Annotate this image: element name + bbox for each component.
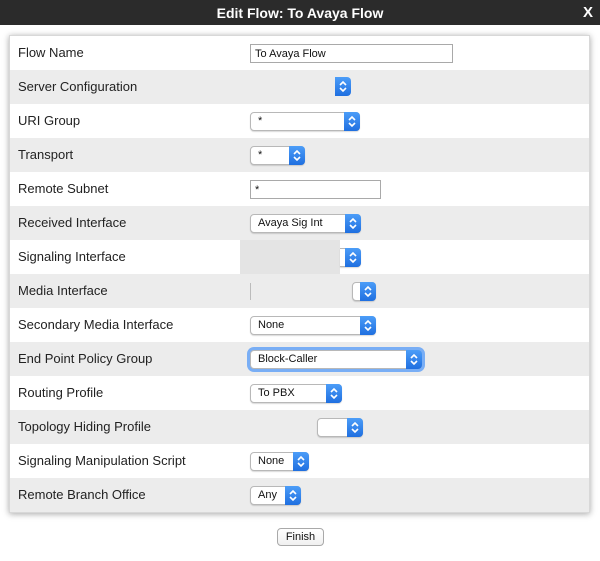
row-remote-subnet: Remote Subnet [10,172,589,206]
signaling-manipulation-script-value: None [258,455,285,467]
row-flow-name: Flow Name [10,36,589,70]
chevron-updown-icon [345,248,361,267]
remote-branch-office-label: Remote Branch Office [18,487,146,502]
row-server-configuration: Server Configuration [10,70,589,104]
row-topology-hiding-profile: Topology Hiding Profile [10,410,589,444]
dialog-title: Edit Flow: To Avaya Flow [216,5,384,21]
row-media-interface: Media Interface [10,274,589,308]
signaling-interface-select[interactable] [340,248,361,267]
row-transport: Transport * [10,138,589,172]
routing-profile-select[interactable]: To PBX [250,384,342,403]
secondary-media-interface-value: None [258,319,285,331]
remote-subnet-input[interactable] [250,180,381,199]
chevron-updown-icon [285,486,301,505]
received-interface-select[interactable]: Avaya Sig Int [250,214,361,233]
finish-button[interactable]: Finish [277,528,324,546]
row-received-interface: Received Interface Avaya Sig Int [10,206,589,240]
chevron-updown-icon [345,214,361,233]
end-point-policy-group-value: Block-Caller [258,353,318,365]
dialog-titlebar: Edit Flow: To Avaya Flow X [0,0,600,25]
row-signaling-manipulation-script: Signaling Manipulation Script None [10,444,589,478]
chevron-updown-icon [360,316,376,335]
chevron-updown-icon [344,112,360,131]
signaling-manipulation-script-select[interactable]: None [250,452,309,471]
transport-label: Transport [18,147,74,162]
end-point-policy-group-select[interactable]: Block-Caller [250,350,422,369]
uri-group-value: * [258,115,263,127]
close-icon[interactable]: X [583,4,593,21]
chevron-updown-icon [406,350,422,369]
chevron-updown-icon [335,77,351,96]
chevron-updown-icon [347,418,363,437]
uri-group-label: URI Group [18,113,81,128]
server-configuration-select[interactable] [335,77,351,97]
secondary-media-interface-label: Secondary Media Interface [18,317,174,332]
row-secondary-media-interface: Secondary Media Interface None [10,308,589,342]
flow-name-label: Flow Name [18,45,84,60]
signaling-manipulation-script-label: Signaling Manipulation Script [18,453,186,468]
row-remote-branch-office: Remote Branch Office Any [10,478,589,512]
flow-form-panel: Flow Name Server Configuration URI Group… [9,35,590,513]
remote-branch-office-value: Any [258,489,277,501]
remote-branch-office-select[interactable]: Any [250,486,301,505]
chevron-updown-icon [326,384,342,403]
row-uri-group: URI Group * [10,104,589,138]
topology-hiding-profile-select[interactable] [317,418,363,437]
row-signaling-interface: Signaling Interface [10,240,589,274]
uri-group-select[interactable]: * [250,112,360,131]
transport-value: * [258,149,263,161]
chevron-updown-icon [293,452,309,471]
transport-select[interactable]: * [250,146,305,165]
received-interface-value: Avaya Sig Int [258,217,323,229]
chevron-updown-icon [289,146,305,165]
flow-name-input[interactable] [250,44,453,63]
row-end-point-policy-group: End Point Policy Group Block-Caller [10,342,589,376]
media-interface-divider [250,283,251,300]
chevron-updown-icon [360,282,376,301]
routing-profile-label: Routing Profile [18,385,104,400]
signaling-interface-label: Signaling Interface [18,249,126,264]
media-interface-select[interactable] [352,282,376,301]
end-point-policy-group-label: End Point Policy Group [18,351,153,366]
secondary-media-interface-select[interactable]: None [250,316,376,335]
media-interface-label: Media Interface [18,283,108,298]
signaling-interface-placeholder [240,240,340,274]
row-routing-profile: Routing Profile To PBX [10,376,589,410]
remote-subnet-label: Remote Subnet [18,181,109,196]
topology-hiding-profile-label: Topology Hiding Profile [18,419,151,434]
received-interface-label: Received Interface [18,215,127,230]
server-configuration-label: Server Configuration [18,79,138,94]
routing-profile-value: To PBX [258,387,295,399]
